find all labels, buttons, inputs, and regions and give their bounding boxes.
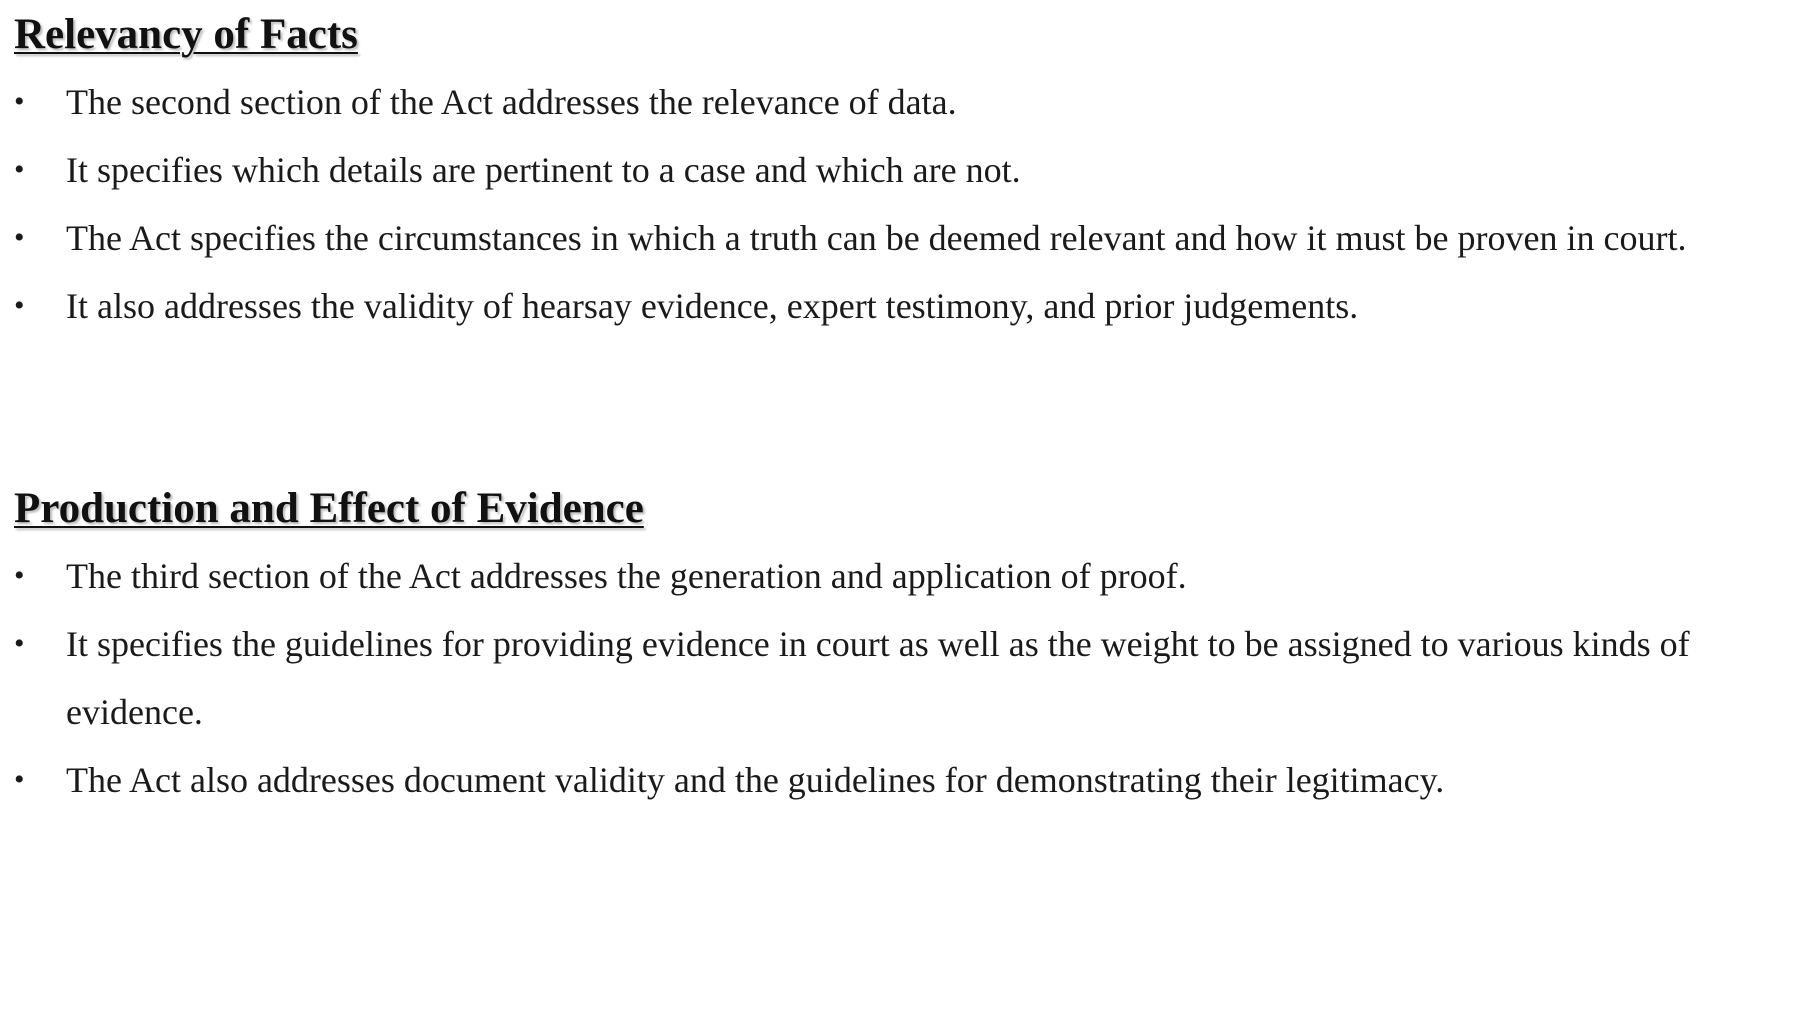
section-production-and-effect-of-evidence: Production and Effect of Evidence • The … [14,482,1784,814]
bullet-icon: • [14,289,25,322]
bullet-text: It specifies the guidelines for providin… [66,624,1690,732]
section-heading: Relevancy of Facts [14,11,358,58]
section-relevancy-of-facts: Relevancy of Facts • The second section … [14,8,1784,340]
bullet-item: • It also addresses the validity of hear… [14,272,1784,340]
bullet-icon: • [14,153,25,186]
bullet-item: • The third section of the Act addresses… [14,542,1784,610]
bullet-icon: • [14,221,25,254]
section-heading: Production and Effect of Evidence [14,485,644,532]
bullet-text: The Act specifies the circumstances in w… [66,218,1687,258]
bullet-item: • The Act specifies the circumstances in… [14,204,1784,272]
bullet-text: It also addresses the validity of hearsa… [66,286,1359,326]
bullet-icon: • [14,85,25,118]
bullet-list: • The second section of the Act addresse… [14,68,1784,340]
bullet-text: The third section of the Act addresses t… [66,556,1187,596]
bullet-icon: • [14,559,25,592]
bullet-text: The second section of the Act addresses … [66,82,957,122]
bullet-item: • It specifies which details are pertine… [14,136,1784,204]
bullet-icon: • [14,763,25,796]
bullet-text: It specifies which details are pertinent… [66,150,1021,190]
bullet-icon: • [14,627,25,660]
bullet-list: • The third section of the Act addresses… [14,542,1784,814]
bullet-item: • The Act also addresses document validi… [14,746,1784,814]
bullet-item: • It specifies the guidelines for provid… [14,610,1784,746]
bullet-text: The Act also addresses document validity… [66,760,1445,800]
bullet-item: • The second section of the Act addresse… [14,68,1784,136]
